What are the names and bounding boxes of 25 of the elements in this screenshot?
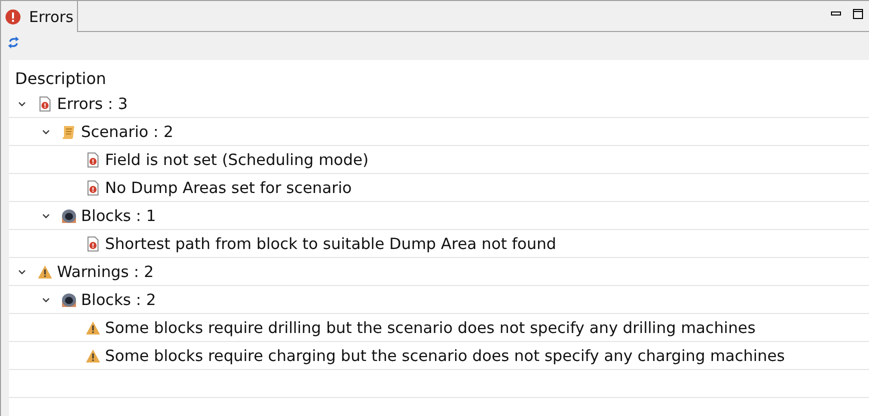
tree-item-label[interactable]: Scenario : 2 (81, 122, 174, 140)
warning-icon (37, 264, 53, 280)
tree-item-label[interactable]: No Dump Areas set for scenario (105, 178, 352, 196)
tree-item-label[interactable]: Field is not set (Scheduling mode) (105, 150, 369, 168)
hole-icon (61, 292, 77, 308)
tree-item-label[interactable]: Blocks : 2 (81, 290, 156, 308)
tree-item-label[interactable]: Warnings : 2 (57, 262, 154, 280)
refresh-icon[interactable] (7, 36, 20, 49)
hole-icon (61, 208, 77, 224)
warning-icon (85, 348, 101, 364)
error-file-icon (85, 152, 101, 168)
column-header: Description (15, 69, 106, 88)
tree-item-label[interactable]: Shortest path from block to suitable Dump Area not found (105, 234, 556, 252)
errors-tab[interactable]: Errors (1, 1, 78, 32)
error-file-icon (37, 96, 53, 112)
error-icon (5, 8, 21, 24)
warning-icon (85, 320, 101, 336)
tree-item-label[interactable]: Errors : 3 (57, 94, 128, 112)
error-file-icon (85, 236, 101, 252)
tree-item-label[interactable]: Blocks : 1 (81, 206, 156, 224)
tree-item-label[interactable]: Some blocks require charging but the scenario does not specify any charging machines (105, 346, 785, 364)
tree-item-label[interactable]: Some blocks require drilling but the scenario does not specify any drilling machines (105, 318, 756, 336)
maximize-icon[interactable] (853, 9, 863, 19)
scroll-icon (61, 124, 77, 140)
error-file-icon (85, 180, 101, 196)
